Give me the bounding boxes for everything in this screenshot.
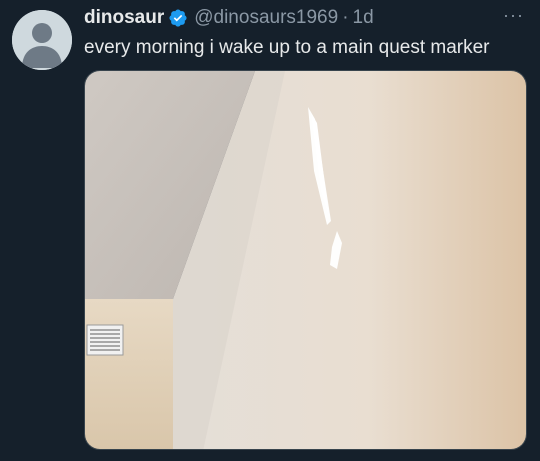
timestamp[interactable]: 1d — [353, 7, 374, 29]
more-options-icon[interactable]: ··· — [503, 6, 524, 24]
separator-dot: · — [342, 7, 349, 28]
user-handle[interactable]: @dinosaurs1969 — [194, 7, 338, 29]
tweet-header: dinosaur @dinosaurs1969 · 1d — [84, 6, 526, 30]
avatar[interactable] — [12, 10, 72, 70]
default-profile-icon — [12, 10, 72, 70]
tweet-text: every morning i wake up to a main quest … — [84, 37, 490, 58]
tweet-media-image[interactable] — [84, 70, 527, 450]
display-name[interactable]: dinosaur — [84, 7, 164, 29]
verified-badge-icon — [168, 8, 188, 28]
photo-wall-light-exclamation — [85, 71, 526, 449]
